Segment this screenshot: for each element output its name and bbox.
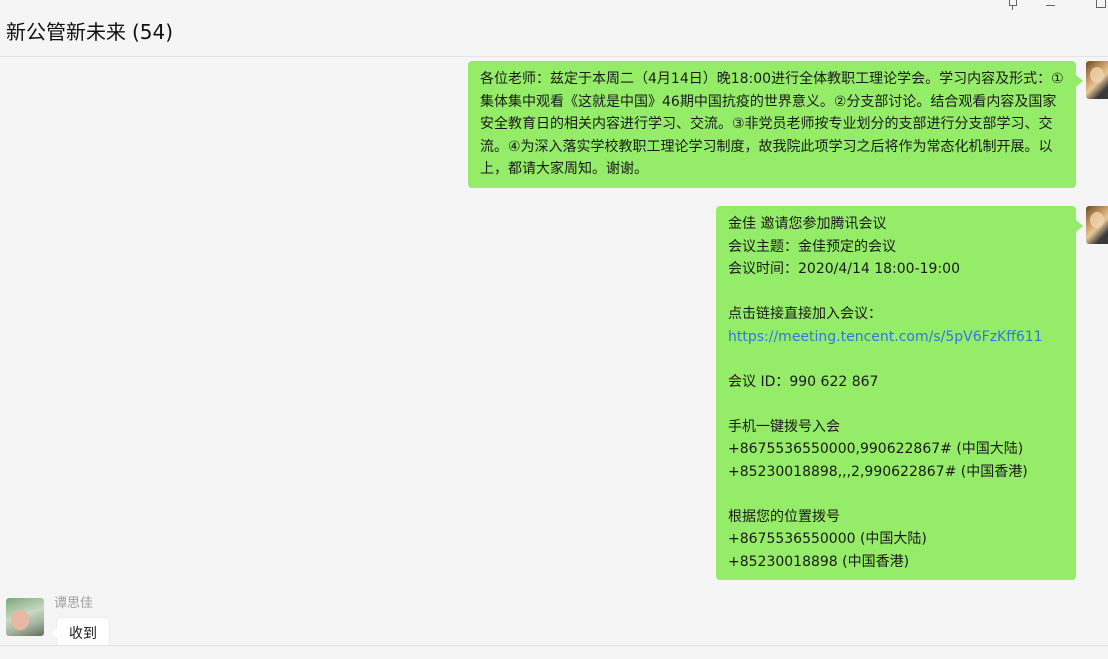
message-line: 点击链接直接加入会议： xyxy=(728,306,882,322)
message-line: 会议主题：金佳预定的会议 xyxy=(728,238,896,255)
group-name: 新公管新未来 xyxy=(6,20,126,44)
sender-name: 谭思佳 xyxy=(54,596,94,611)
message-line: +8675536550000,990622867# (中国大陆) xyxy=(728,441,1024,457)
message-line: 手机一键拨号入会 xyxy=(728,418,840,435)
message-bubble-outgoing[interactable]: 金佳 邀请您参加腾讯会议 会议主题：金佳预定的会议 会议时间：2020/4/14… xyxy=(716,206,1083,580)
message-line xyxy=(728,393,1064,416)
input-area-divider xyxy=(0,645,1108,659)
message-line xyxy=(728,348,1064,371)
message-line xyxy=(728,281,1064,304)
message-line: +8675536550000 (中国大陆) xyxy=(728,531,927,547)
meeting-link[interactable]: https://meeting.tencent.com/s/5pV6FzKff6… xyxy=(728,326,1064,349)
message-text: 收到 xyxy=(69,626,97,642)
avatar[interactable] xyxy=(1086,206,1108,244)
message-line xyxy=(728,483,1064,506)
message-line: +85230018898 (中国香港) xyxy=(728,553,910,570)
minimize-icon[interactable] xyxy=(1032,0,1070,14)
message-bubble-outgoing[interactable]: 各位老师：兹定于本周二（4月14日）晚18:00进行全体教职工理论学会。学习内容… xyxy=(468,61,1083,188)
message-text: 各位老师：兹定于本周二（4月14日）晚18:00进行全体教职工理论学会。学习内容… xyxy=(480,71,1064,177)
message-line: +85230018898,,,2,990622867# (中国香港) xyxy=(728,463,1028,480)
member-count: (54) xyxy=(132,20,174,44)
window-controls xyxy=(994,0,1108,14)
pin-icon[interactable] xyxy=(994,0,1032,14)
message-line: 金佳 邀请您参加腾讯会议 xyxy=(728,216,887,232)
message-list[interactable]: 各位老师：兹定于本周二（4月14日）晚18:00进行全体教职工理论学会。学习内容… xyxy=(0,57,1108,647)
avatar[interactable] xyxy=(1086,61,1108,99)
maximize-icon[interactable] xyxy=(1070,0,1108,14)
message-line: 根据您的位置拨号 xyxy=(728,508,840,525)
message-bubble-incoming[interactable]: 收到 xyxy=(51,617,110,647)
chat-title[interactable]: 新公管新未来 (54) xyxy=(6,16,173,45)
chat-window: 新公管新未来 (54) 各位老师：兹定于本周二（4月14日）晚18:00进行全体教… xyxy=(0,0,1108,659)
chat-header: 新公管新未来 (54) xyxy=(0,0,1108,57)
avatar[interactable] xyxy=(6,598,44,636)
message-line: 会议时间：2020/4/14 18:00-19:00 xyxy=(728,261,960,277)
message-line: 会议 ID：990 622 867 xyxy=(728,373,879,390)
